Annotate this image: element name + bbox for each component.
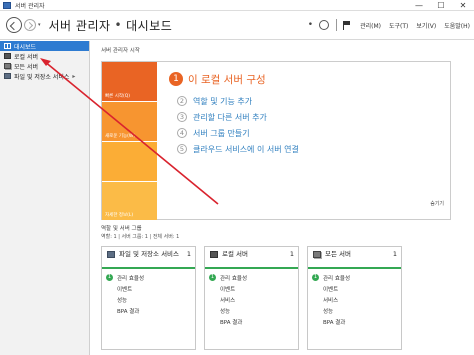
- card-header[interactable]: 파일 및 저장소 서비스 1: [102, 247, 195, 269]
- step-add-roles[interactable]: 2 역할 및 기능 추가: [177, 93, 449, 109]
- servers-icon: [313, 251, 321, 258]
- welcome-panel: 빠른 시작(Q) 새로운 기능(W) 자세한 정보(L) 1 이 로컬 서버 구…: [101, 61, 451, 221]
- step-label[interactable]: 역할 및 기능 추가: [193, 96, 252, 107]
- sidebar-item-file-storage[interactable]: 파일 및 저장소 서비스 ▸: [0, 71, 89, 81]
- card-header[interactable]: 모든 서버 1: [308, 247, 401, 269]
- step-label[interactable]: 이 로컬 서버 구성: [188, 72, 266, 87]
- card-count: 1: [186, 250, 191, 258]
- quick-start-steps: 1 이 로컬 서버 구성 2 역할 및 기능 추가 3 관리할 다른 서버 추가…: [169, 71, 449, 157]
- step-number: 5: [177, 144, 187, 154]
- breadcrumb: 서버 관리자 • 대시보드: [49, 17, 173, 34]
- dashboard-icon: [4, 43, 11, 49]
- card-title: 파일 및 저장소 서비스: [119, 250, 180, 258]
- step-number: 3: [177, 112, 187, 122]
- card-all-servers[interactable]: 모든 서버 1 1 관리 효율성 이벤트 서비스 성능 BPA 결과: [307, 246, 402, 350]
- list-item[interactable]: 성능: [106, 294, 195, 305]
- step-number: 1: [169, 72, 183, 86]
- menu-tools[interactable]: 도구(T): [389, 21, 408, 30]
- sidebar-item-label: 파일 및 저장소 서비스: [14, 73, 70, 81]
- dropdown-arrow-icon[interactable]: •: [308, 20, 313, 30]
- list-item[interactable]: 1 관리 효율성: [312, 272, 401, 283]
- sidebar-item-label: 대시보드: [14, 43, 37, 51]
- card-count: 1: [289, 250, 294, 258]
- list-item[interactable]: 이벤트: [209, 283, 298, 294]
- menu-view[interactable]: 보기(V): [416, 21, 436, 30]
- server-icon: [210, 251, 218, 258]
- list-item[interactable]: BPA 결과: [312, 316, 401, 327]
- sidebar-item-all-servers[interactable]: 모든 서버: [0, 61, 89, 71]
- header-divider: [336, 19, 338, 31]
- step-label[interactable]: 클라우드 서비스에 이 서버 연결: [193, 144, 299, 155]
- list-item[interactable]: 이벤트: [106, 283, 195, 294]
- step-number: 2: [177, 96, 187, 106]
- forward-arrow-icon[interactable]: [24, 19, 36, 31]
- header-bar: ▾ 서버 관리자 • 대시보드 • 관리(M) 도구(T) 보기(V) 도움말(…: [0, 11, 474, 40]
- menu-help[interactable]: 도움말(H): [444, 21, 470, 30]
- step-connect-cloud[interactable]: 5 클라우드 서비스에 이 서버 연결: [177, 141, 449, 157]
- tile-blank: [102, 142, 157, 182]
- status-badge: 1: [106, 274, 113, 281]
- card-count: 1: [392, 250, 397, 258]
- tile-learn-more[interactable]: 자세한 정보(L): [102, 182, 157, 221]
- sidebar-item-label: 모든 서버: [14, 63, 38, 71]
- breadcrumb-app[interactable]: 서버 관리자: [49, 17, 111, 34]
- refresh-icon[interactable]: [319, 20, 330, 30]
- app-icon: [3, 1, 11, 9]
- card-local-server[interactable]: 로컬 서버 1 1 관리 효율성 이벤트 서비스 성능 BPA 결과: [204, 246, 299, 350]
- sidebar-item-local-server[interactable]: 로컬 서버: [0, 51, 89, 61]
- chevron-right-icon[interactable]: ▸: [72, 73, 75, 80]
- list-item[interactable]: 이벤트: [312, 283, 401, 294]
- servers-icon: [4, 63, 11, 69]
- title-bar: 서버 관리자 — ☐ ✕: [0, 0, 474, 11]
- card-list: 1 관리 효율성 이벤트 성능 BPA 결과: [102, 269, 195, 316]
- hide-link[interactable]: 숨기기: [430, 200, 444, 207]
- card-title: 모든 서버: [325, 250, 351, 258]
- welcome-section-title: 서버 관리자 시작: [101, 48, 140, 54]
- step-label[interactable]: 서버 그룹 만들기: [193, 128, 250, 139]
- roles-summary: 역할: 1 | 서버 그룹: 1 | 전체 서버: 1: [101, 234, 180, 240]
- step-number: 4: [177, 128, 187, 138]
- tile-quick-start[interactable]: 빠른 시작(Q): [102, 62, 157, 102]
- list-item[interactable]: BPA 결과: [106, 305, 195, 316]
- main-content: 서버 관리자 시작 빠른 시작(Q) 새로운 기능(W) 자세한 정보(L) 1…: [91, 41, 474, 355]
- list-item[interactable]: BPA 결과: [209, 316, 298, 327]
- list-item[interactable]: 성능: [312, 305, 401, 316]
- step-label[interactable]: 관리할 다른 서버 추가: [193, 112, 267, 123]
- status-badge: 1: [312, 274, 319, 281]
- list-item[interactable]: 1 관리 효율성: [209, 272, 298, 283]
- folder-icon: [107, 251, 115, 258]
- tile-whats-new[interactable]: 새로운 기능(W): [102, 102, 157, 142]
- list-item[interactable]: 서비스: [312, 294, 401, 305]
- step-configure-local-server[interactable]: 1 이 로컬 서버 구성: [169, 71, 449, 87]
- step-create-group[interactable]: 4 서버 그룹 만들기: [177, 125, 449, 141]
- step-add-servers[interactable]: 3 관리할 다른 서버 추가: [177, 109, 449, 125]
- folder-icon: [4, 73, 11, 79]
- card-header[interactable]: 로컬 서버 1: [205, 247, 298, 269]
- breadcrumb-page: 대시보드: [126, 18, 173, 33]
- card-list: 1 관리 효율성 이벤트 서비스 성능 BPA 결과: [205, 269, 298, 327]
- status-badge: 1: [209, 274, 216, 281]
- list-item[interactable]: 1 관리 효율성: [106, 272, 195, 283]
- maximize-button[interactable]: ☐: [430, 0, 452, 11]
- roles-section-title: 역할 및 서버 그룹: [101, 226, 142, 232]
- sidebar: 대시보드 로컬 서버 모든 서버 파일 및 저장소 서비스 ▸: [0, 41, 90, 355]
- breadcrumb-separator: •: [114, 18, 123, 32]
- welcome-tiles: 빠른 시작(Q) 새로운 기능(W) 자세한 정보(L): [102, 62, 157, 221]
- notification-flag-icon[interactable]: [343, 20, 351, 30]
- card-title: 로컬 서버: [222, 250, 248, 258]
- card-list: 1 관리 효율성 이벤트 서비스 성능 BPA 결과: [308, 269, 401, 327]
- close-button[interactable]: ✕: [452, 0, 474, 11]
- list-item[interactable]: 서비스: [209, 294, 298, 305]
- menu-manage[interactable]: 관리(M): [360, 21, 381, 30]
- history-dropdown-icon[interactable]: ▾: [38, 22, 41, 28]
- sidebar-item-label: 로컬 서버: [14, 53, 38, 61]
- back-arrow-icon[interactable]: [6, 17, 22, 33]
- server-icon: [4, 53, 11, 59]
- card-file-storage[interactable]: 파일 및 저장소 서비스 1 1 관리 효율성 이벤트 성능 BPA 결과: [101, 246, 196, 350]
- window-title: 서버 관리자: [15, 2, 45, 10]
- sidebar-item-dashboard[interactable]: 대시보드: [0, 41, 89, 51]
- minimize-button[interactable]: —: [408, 0, 430, 11]
- list-item[interactable]: 성능: [209, 305, 298, 316]
